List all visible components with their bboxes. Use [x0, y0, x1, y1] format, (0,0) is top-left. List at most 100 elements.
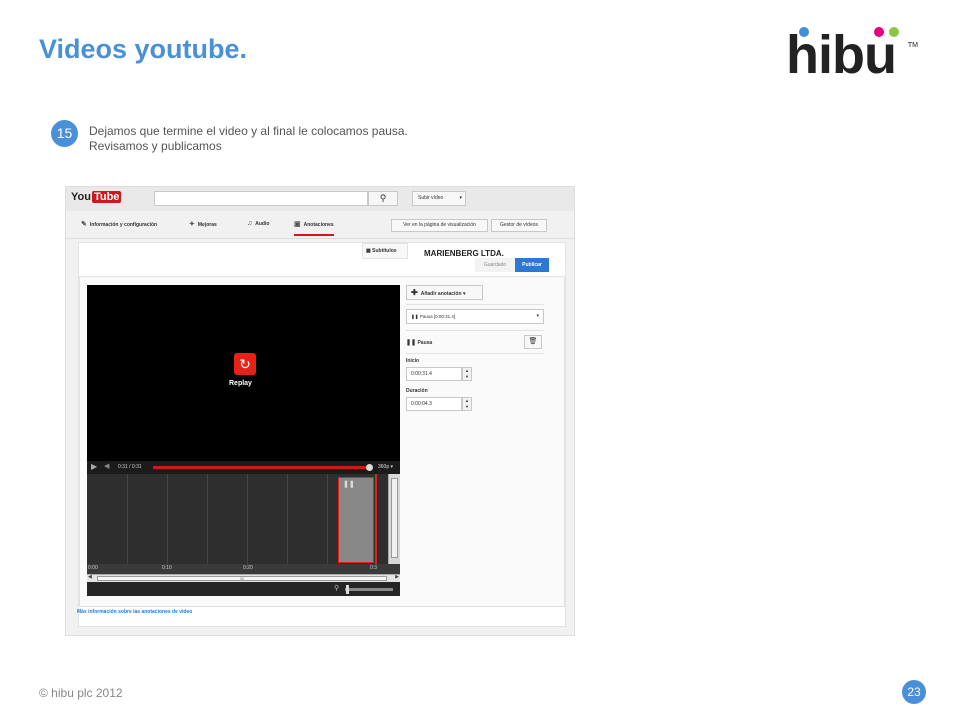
page-number: 23 [902, 680, 926, 704]
pause-icon: ❚❚ [406, 340, 417, 346]
annotation-settings: ✚ Añadir anotación ▾ ❚❚ Pausa [0:00:31.4]… [406, 285, 544, 585]
duration-input[interactable]: 0:00:04.3 [406, 397, 462, 411]
timeline-gridline [167, 474, 168, 564]
timeline-playhead[interactable] [375, 474, 377, 566]
annotation-type-label: Pausa [417, 340, 433, 346]
youtube-topbar: You Tube ⚲ Subir vídeo ▾ [66, 187, 574, 211]
step-number-badge: 15 [51, 120, 78, 147]
timeline-gridline [247, 474, 248, 564]
upload-label: Subir vídeo [418, 195, 444, 201]
annotation-type-heading: ❚❚ Pausa [406, 339, 432, 346]
slide-title: Videos youtube. [39, 34, 248, 64]
step-line-2: Revisamos y publicamos [89, 139, 222, 153]
progress-thumb[interactable] [366, 464, 373, 471]
scrollbar-thumb[interactable] [391, 478, 398, 558]
replay-icon[interactable]: ↻ [234, 353, 256, 375]
timeline-gridline [287, 474, 288, 564]
scroll-left-icon[interactable]: ◀ [88, 574, 92, 580]
zoom-icon: ⚲ [334, 585, 340, 592]
step-line-1: Dejamos que termine el video y al final … [89, 124, 408, 138]
divider [406, 304, 544, 305]
timeline-gridline [207, 474, 208, 564]
timeline-zoom: ⚲ [87, 582, 400, 596]
volume-icon[interactable]: ◀ [104, 462, 109, 470]
progress-bar[interactable] [153, 466, 369, 469]
timeline-vertical-scrollbar[interactable] [388, 474, 400, 566]
replay-label: Replay [229, 380, 252, 387]
upload-video-button[interactable]: Subir vídeo ▾ [412, 191, 466, 206]
timeline-horizontal-scrollbar[interactable]: ◀ III ▶ [87, 574, 400, 582]
youtube-logo-tube: Tube [91, 191, 122, 203]
timeline-tick: 0:00 [88, 565, 98, 571]
duration-label: Duración [406, 388, 428, 394]
wand-icon: ✦ [189, 221, 195, 228]
annotations-panel: ▩ Subtítulos MARIENBERG LTDA. Guardado P… [78, 242, 566, 627]
play-icon[interactable]: ▶ [91, 462, 97, 471]
divider [406, 330, 544, 331]
view-page-button[interactable]: Ver en la página de visualización [391, 219, 488, 232]
youtube-logo-you: You [71, 191, 91, 203]
footer-copyright: © hibu plc 2012 [39, 686, 123, 700]
delete-annotation-button[interactable]: 🗑 [524, 335, 542, 349]
channel-name: MARIENBERG LTDA. [424, 249, 504, 258]
more-info-link[interactable]: Más información sobre las anotaciones de… [77, 609, 192, 615]
saved-status: Guardado [475, 258, 515, 272]
search-input[interactable] [154, 191, 368, 206]
pencil-icon: ✎ [81, 221, 87, 228]
timeline-gridline [327, 474, 328, 564]
tab-enhancements[interactable]: ✦ Mejoras [189, 220, 217, 228]
chevron-down-icon: ▾ [390, 464, 394, 470]
pause-annotation-block[interactable]: ❚❚ [338, 477, 374, 563]
speech-bubble-icon: ▣ [294, 221, 301, 228]
zoom-slider-knob[interactable] [346, 585, 349, 594]
timeline-tick: 0:3 [370, 565, 377, 571]
video-player[interactable]: ↻ Replay [87, 285, 400, 461]
chevron-down-icon: ▾ [459, 195, 462, 201]
start-time-stepper[interactable]: ▲ ▼ [462, 367, 472, 381]
add-annotation-button[interactable]: ✚ Añadir anotación ▾ [406, 285, 483, 300]
cc-icon: ▩ [366, 248, 371, 254]
timeline-tick: 0:20 [243, 565, 253, 571]
annotation-select[interactable]: ❚❚ Pausa [0:00:31.4] ▾ [406, 309, 544, 324]
search-button[interactable]: ⚲ [368, 191, 398, 206]
start-time-input[interactable]: 0:00:31.4 [406, 367, 462, 381]
subtitles-label: Subtítulos [372, 248, 397, 254]
tab-label: Información y configuración [89, 222, 158, 228]
youtube-logo[interactable]: You Tube [71, 191, 122, 203]
scroll-right-icon[interactable]: ▶ [395, 574, 399, 580]
divider [406, 353, 544, 354]
music-icon: ♫ [247, 220, 253, 227]
scrollbar-thumb[interactable]: III [97, 576, 387, 581]
tab-info-settings[interactable]: ✎ Información y configuración [81, 220, 157, 228]
quality-selector[interactable]: 360p ▾ [378, 464, 393, 470]
search-icon: ⚲ [379, 193, 387, 203]
annotation-select-value: Pausa [0:00:31.4] [419, 314, 456, 319]
duration-stepper[interactable]: ▲ ▼ [462, 397, 472, 411]
subtitles-button[interactable]: ▩ Subtítulos [362, 243, 408, 259]
timeline-gridline [127, 474, 128, 564]
publish-button[interactable]: Publicar [515, 258, 549, 272]
zoom-slider[interactable] [345, 588, 393, 591]
pause-icon: ❚❚ [411, 314, 419, 319]
chevron-down-icon: ▾ [536, 313, 539, 319]
logo-tm: TM [907, 42, 918, 49]
step-instructions: Dejamos que termine el video y al final … [89, 124, 509, 154]
tab-audio[interactable]: ♫ Audio [247, 220, 269, 227]
time-readout: 0:31 / 0:31 [118, 464, 142, 470]
quality-label: 360p [378, 464, 390, 470]
annotation-editor: ↻ Replay ▶ ◀ 0:31 / 0:31 360p ▾ ❚❚ 0:00 … [79, 276, 565, 607]
annotation-timeline[interactable]: ❚❚ 0:00 0:10 0:20 0:3 ◀ III ▶ [87, 474, 400, 582]
trash-icon: 🗑 [528, 338, 538, 345]
timeline-tick: 0:10 [162, 565, 172, 571]
pause-icon: ❚❚ [343, 481, 355, 488]
tab-annotations[interactable]: ▣ Anotaciones [294, 220, 334, 236]
chevron-down-icon: ▾ [462, 291, 466, 297]
youtube-screenshot: You Tube ⚲ Subir vídeo ▾ ✎ Información y c… [65, 186, 575, 636]
tab-label: Audio [255, 221, 270, 227]
start-label: Inicio [406, 358, 420, 364]
add-annotation-label: Añadir anotación [420, 291, 462, 297]
video-manager-button[interactable]: Gestor de vídeos [491, 219, 547, 232]
player-controls: ▶ ◀ 0:31 / 0:31 360p ▾ [87, 461, 400, 474]
hibu-logo: hibu TM [786, 26, 918, 82]
logo-text: hibu [786, 25, 897, 85]
